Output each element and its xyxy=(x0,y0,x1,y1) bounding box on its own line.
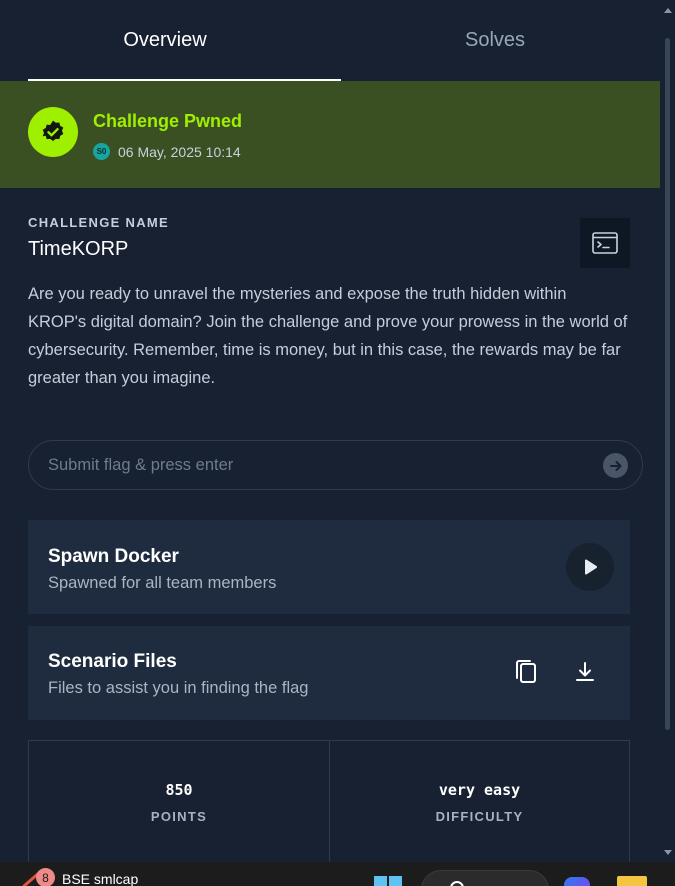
submit-flag-button[interactable] xyxy=(603,453,628,478)
pwned-timestamp: 06 May, 2025 10:14 xyxy=(118,143,241,160)
arrow-right-icon xyxy=(609,460,621,471)
scenario-files-card: Scenario Files Files to assist you in fi… xyxy=(28,626,630,720)
notification-count-badge: 8 xyxy=(36,868,55,886)
scrollbar[interactable] xyxy=(660,0,675,862)
spawn-docker-button[interactable] xyxy=(566,543,614,591)
terminal-icon xyxy=(592,232,618,254)
scenario-files-subtitle: Files to assist you in finding the flag xyxy=(48,679,309,697)
windows-taskbar: 8 BSE smlcap xyxy=(0,862,675,886)
spawn-docker-title: Spawn Docker xyxy=(48,546,179,567)
verified-badge-glyph xyxy=(42,120,64,141)
windows-start-icon[interactable] xyxy=(374,876,404,886)
pwned-title: Challenge Pwned xyxy=(93,111,243,131)
pwned-meta: S0 06 May, 2025 10:14 xyxy=(93,143,241,160)
challenge-name-label: CHALLENGE NAME xyxy=(28,215,169,230)
file-explorer-icon[interactable] xyxy=(617,876,647,886)
download-icon xyxy=(576,662,594,681)
search-icon xyxy=(450,881,464,886)
copilot-icon[interactable] xyxy=(564,877,590,886)
taskbar-app-label[interactable]: BSE smlcap xyxy=(62,871,138,886)
scenario-files-title: Scenario Files xyxy=(48,651,177,672)
scroll-down-arrow-icon[interactable] xyxy=(664,850,672,855)
scroll-up-arrow-icon[interactable] xyxy=(664,8,672,13)
play-icon xyxy=(585,559,598,575)
tab-overview[interactable]: Overview xyxy=(0,0,341,81)
tab-solves[interactable]: Solves xyxy=(330,0,660,81)
points-value: 850 xyxy=(165,781,193,799)
verified-badge-icon xyxy=(28,107,78,157)
download-button[interactable] xyxy=(571,658,599,686)
stats-grid: 850 POINTS very easy DIFFICULTY xyxy=(28,740,630,862)
copy-icon xyxy=(516,660,536,683)
challenge-description: Are you ready to unravel the mysteries a… xyxy=(28,285,628,387)
points-stat: 850 POINTS xyxy=(29,741,329,862)
challenge-panel: Overview Solves Challenge Pwned S0 06 Ma… xyxy=(0,0,660,862)
difficulty-label: DIFFICULTY xyxy=(435,809,524,824)
difficulty-stat: very easy DIFFICULTY xyxy=(329,741,629,862)
points-label: POINTS xyxy=(150,809,208,824)
spawn-docker-subtitle: Spawned for all team members xyxy=(48,574,277,592)
terminal-button[interactable] xyxy=(580,218,630,268)
taskbar-search-box[interactable] xyxy=(421,870,549,886)
flag-input-wrapper xyxy=(28,440,643,490)
challenge-name: TimeKORP xyxy=(28,238,129,260)
flag-input[interactable] xyxy=(29,441,642,489)
avatar: S0 xyxy=(93,143,110,160)
tab-bar: Overview Solves xyxy=(0,0,660,81)
pwned-banner xyxy=(0,81,660,188)
difficulty-value: very easy xyxy=(438,781,521,799)
spawn-docker-card: Spawn Docker Spawned for all team member… xyxy=(28,520,630,614)
copy-button[interactable] xyxy=(512,658,540,686)
scrollbar-thumb[interactable] xyxy=(665,38,670,730)
